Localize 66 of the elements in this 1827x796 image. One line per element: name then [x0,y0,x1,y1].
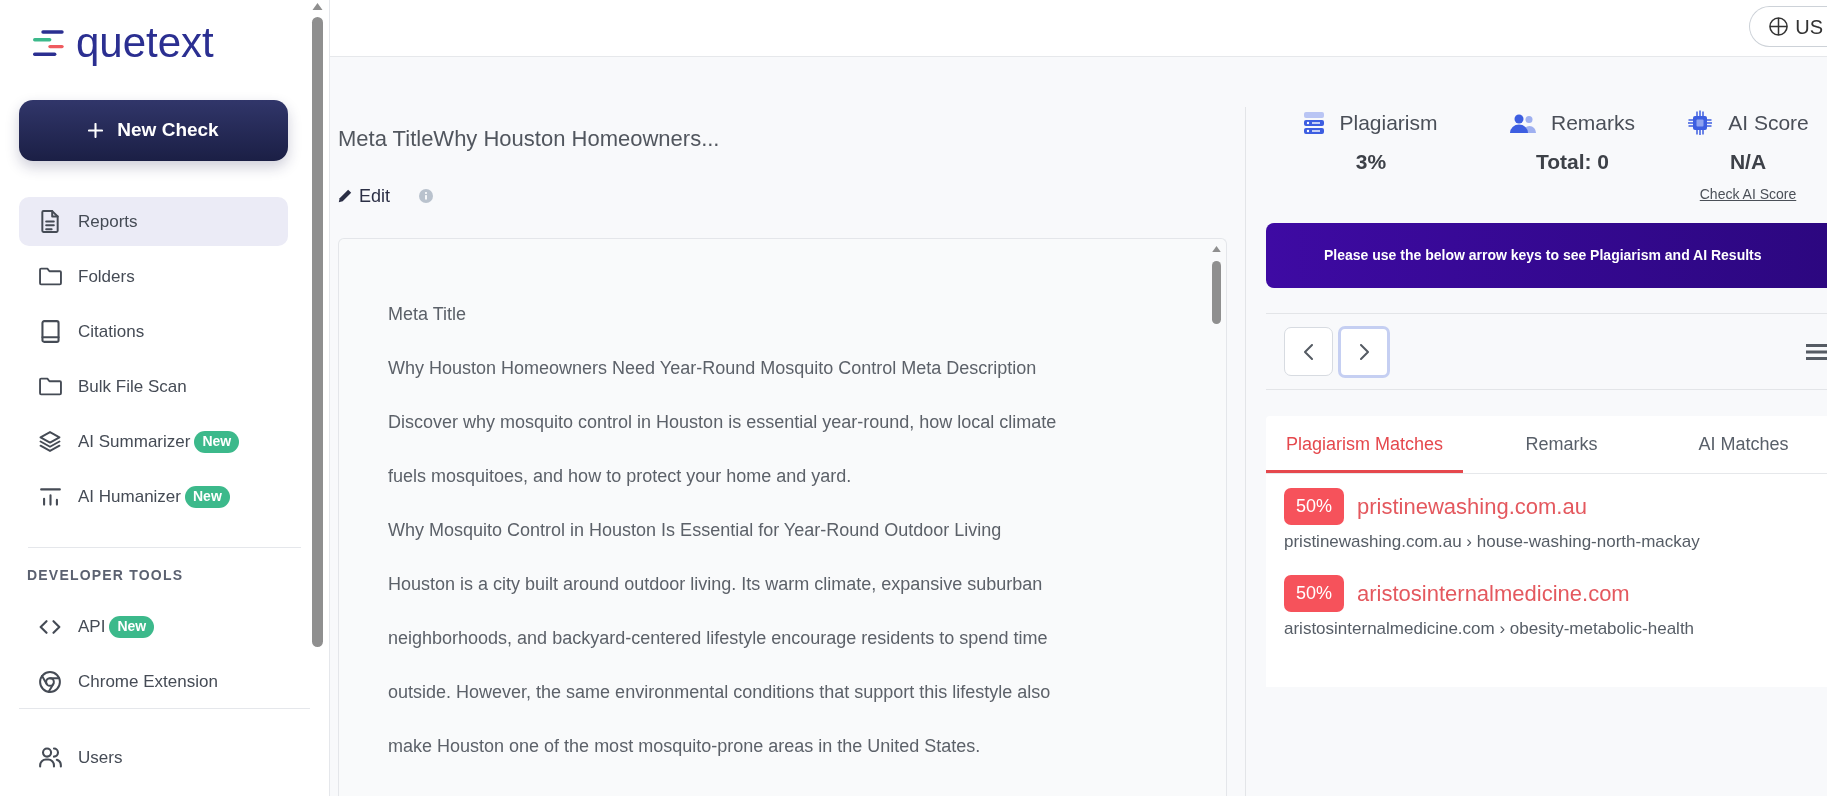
source-url: pristinewashing.com.au › house-washing-north-mackay [1284,531,1701,553]
sidebar-item[interactable]: Folders [19,252,288,301]
bars-icon [39,487,61,506]
info-banner: Please use the below arrow keys to see Plagiarism and AI Results [1266,223,1827,288]
sidebar-item[interactable]: Citations [19,307,288,356]
sidebar-item[interactable]: Bulk File Scan [19,362,288,411]
next-button[interactable] [1338,325,1390,378]
aperture-icon [39,670,61,693]
source-url: aristosinternalmedicine.com › obesity-metabolic-health [1284,618,1696,640]
stat-label: AI Score [1728,110,1809,137]
paragraph: Meta Title [388,303,468,326]
users-icon [38,747,62,768]
stat-label: Plagiarism [1339,110,1438,137]
stat-value: N/A [1729,149,1767,175]
match-link[interactable]: aristosinternalmedicine.com [1357,577,1630,610]
new-check-button[interactable]: New Check [19,100,288,161]
sidebar-item[interactable]: AI Summarizer New [19,417,288,466]
sidebar-item[interactable]: API New [19,602,288,651]
paragraph: Houston is a city built around outdoor living. Its warm climate, expansive suburban neighborhoods, and backyard-centered lifestyle encourage residents to spend time outside. However, the same environmental conditions that support this lifestyle also make Houston one of the most mosquito-prone areas in the United States. [388,573,1052,758]
globe-icon [1769,17,1789,36]
chevron-left-icon [1304,343,1313,360]
stat-value: 3% [1355,149,1387,175]
tab[interactable]: AI Matches [1660,416,1827,473]
sidebar-item[interactable]: Reports [19,197,288,246]
logo-text: quetext [76,22,214,64]
chip-icon [1687,109,1714,137]
paragraph: Discover why mosquito control in Houston is essential year-round, how local climate fuels mosquitoes, and how to protect your home and yard. [388,411,1058,488]
sidebar-item[interactable]: Users [19,733,288,782]
stat-label: Remarks [1551,110,1635,137]
sidebar-item[interactable]: Chrome Extension [19,657,288,706]
scrollbar-thumb[interactable] [312,17,323,647]
code-icon [38,619,62,634]
document-title: Meta TitleWhy Houston Homeowners... [338,125,721,153]
folder-icon [38,267,62,286]
tab[interactable]: Plagiarism Matches [1266,416,1463,473]
folder-icon [38,377,62,396]
percent-badge: 50% [1284,575,1345,612]
language-button[interactable]: US [1749,6,1827,47]
tab[interactable]: Remarks [1463,416,1660,473]
sidebar-item[interactable]: AI Humanizer New [19,472,288,521]
scrollbar-thumb[interactable] [1211,261,1221,324]
stat-value: Total: 0 [1535,149,1610,175]
people-icon [1510,113,1536,133]
score-link[interactable]: Check AI Score [1699,185,1797,203]
book-icon [40,320,60,343]
previous-button[interactable] [1284,327,1333,376]
logo-mark-icon [33,30,64,56]
badge: New [109,615,155,638]
badge: New [185,485,230,508]
pencil-icon [338,189,352,203]
badge: New [194,430,240,453]
layers-icon [38,431,62,452]
section-heading: DEVELOPER TOOLS [26,566,185,584]
edit-button[interactable]: Edit [338,182,391,210]
match-link[interactable]: pristinewashing.com.au [1357,490,1587,523]
paragraph: Why Houston Homeowners Need Year-Round Mosquito Control Meta Description [388,357,1038,380]
paragraph: Why Mosquito Control in Houston Is Essential for Year-Round Outdoor Living [388,519,1003,542]
scroll-arrow-icon [312,3,323,10]
menu-icon[interactable] [1806,343,1827,360]
server-stack-icon [1304,112,1325,134]
document-icon [41,210,59,233]
info-icon [419,189,434,203]
plus-icon [88,123,104,138]
chevron-right-icon [1359,343,1369,360]
percent-badge: 50% [1284,488,1345,525]
scroll-arrow-icon [1211,246,1221,252]
